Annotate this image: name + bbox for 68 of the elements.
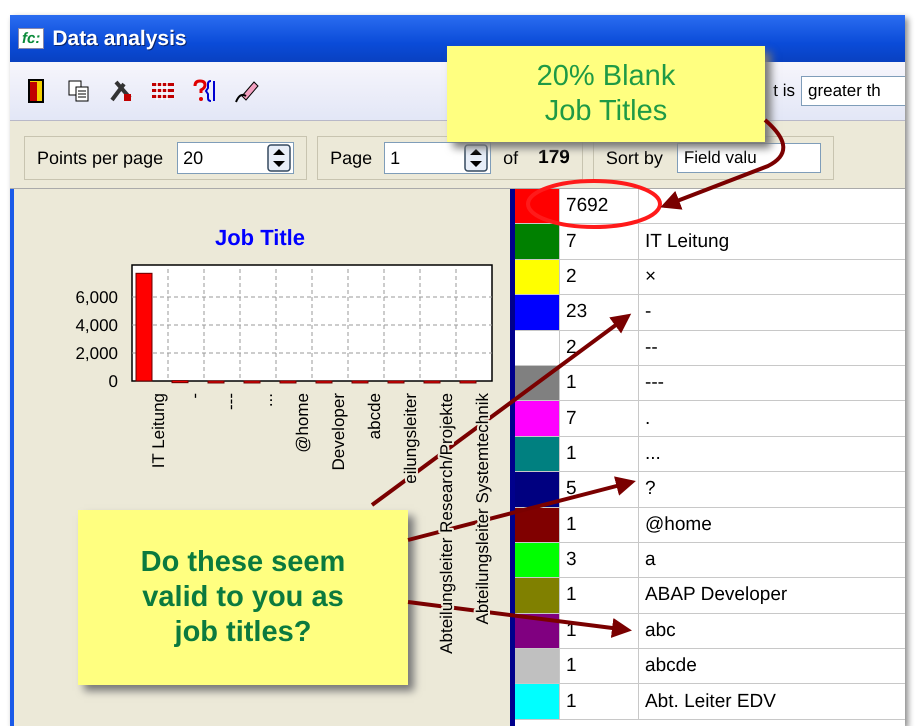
count-cell: 2	[560, 330, 639, 365]
axis-tick-label: 6,000	[75, 288, 118, 307]
count-cell: 7	[560, 224, 639, 259]
sort-label: Sort by	[606, 148, 663, 168]
filter-label: t is	[773, 81, 795, 101]
points-label: Points per page	[37, 148, 164, 168]
help-icon[interactable]	[192, 78, 218, 104]
window-title: Data analysis	[52, 26, 187, 50]
value-cell-text: abc	[644, 618, 677, 643]
chart-bar	[316, 380, 332, 384]
axis-tick-label: 4,000	[75, 316, 118, 335]
value-cell-text: a	[644, 548, 657, 572]
axis-tick-label: 2,000	[75, 344, 118, 363]
chart-title: Job Title	[214, 225, 306, 250]
axis-category-label: IT Leitung	[149, 393, 168, 468]
axis-category-label: Developer	[329, 393, 348, 470]
count-cell: 2	[560, 260, 639, 294]
chart-bar	[352, 380, 368, 384]
value-cell-text: ×	[644, 264, 658, 289]
count-cell: 1	[560, 578, 639, 613]
chart-bar	[244, 380, 260, 384]
axis-category-label: ---	[221, 393, 240, 410]
axis-category-label: abcde	[365, 393, 384, 440]
value-cell-text: abcde	[644, 654, 698, 678]
count-cell: 5	[560, 472, 639, 507]
chart-bar	[172, 380, 188, 384]
axis-category-label: Abteilungsleiter Research/Projekte	[437, 393, 456, 654]
value-cell-text: ?	[644, 477, 657, 502]
count-cell: 1	[560, 436, 639, 472]
value-cell-text: IT Leitung	[644, 230, 730, 254]
value-cell-text: ...	[644, 442, 662, 466]
page-spinner[interactable]: 1	[384, 142, 492, 174]
count-cell: 3	[560, 542, 639, 578]
count-cell: 1	[560, 649, 639, 684]
chart-bar	[424, 380, 440, 384]
count-cell: 1	[560, 508, 639, 542]
sort-dropdown[interactable]: Field valu	[676, 143, 821, 173]
value-cell-text: .	[644, 406, 652, 431]
chart-bar	[460, 380, 476, 384]
count-cell: 7692	[560, 189, 639, 224]
value-cell-text: @home	[644, 512, 713, 537]
filter-dropdown[interactable]: greater th	[801, 76, 905, 106]
app-logo: fc:	[18, 28, 44, 49]
points-spinner[interactable]: 20	[177, 142, 294, 174]
count-cell: 23	[560, 295, 639, 330]
axis-category-label: Abteilungsleiter Systemtechnik	[473, 393, 492, 625]
value-cell-text: ---	[644, 371, 665, 396]
page-count: 179	[538, 147, 570, 169]
axis-category-label: eilungsleiter	[401, 393, 420, 484]
count-cell: 7	[560, 401, 639, 436]
page-label: Page	[330, 148, 372, 168]
count-cell: 1	[560, 684, 639, 719]
callout-text: Do these seem valid to you as job titles?	[140, 545, 346, 650]
count-cell: 1	[560, 366, 639, 400]
callout-text: 20% Blank Job Titles	[536, 59, 676, 129]
value-cell-text: ABAP Developer	[644, 583, 788, 608]
chart-bar	[388, 380, 404, 384]
chart-bar	[208, 380, 224, 384]
chart-bar	[280, 380, 296, 384]
axis-category-label: @home	[293, 393, 312, 453]
value-cell-text: Abt. Leiter EDV	[644, 690, 777, 714]
axis-category-label: -	[185, 393, 204, 399]
of-label: of	[503, 148, 518, 168]
value-cell-text: --	[644, 336, 659, 360]
tools-icon[interactable]	[108, 78, 134, 104]
value-cell-text: -	[644, 300, 652, 324]
axis-tick-label: 0	[108, 372, 118, 391]
axis-category-label: ...	[257, 393, 276, 408]
